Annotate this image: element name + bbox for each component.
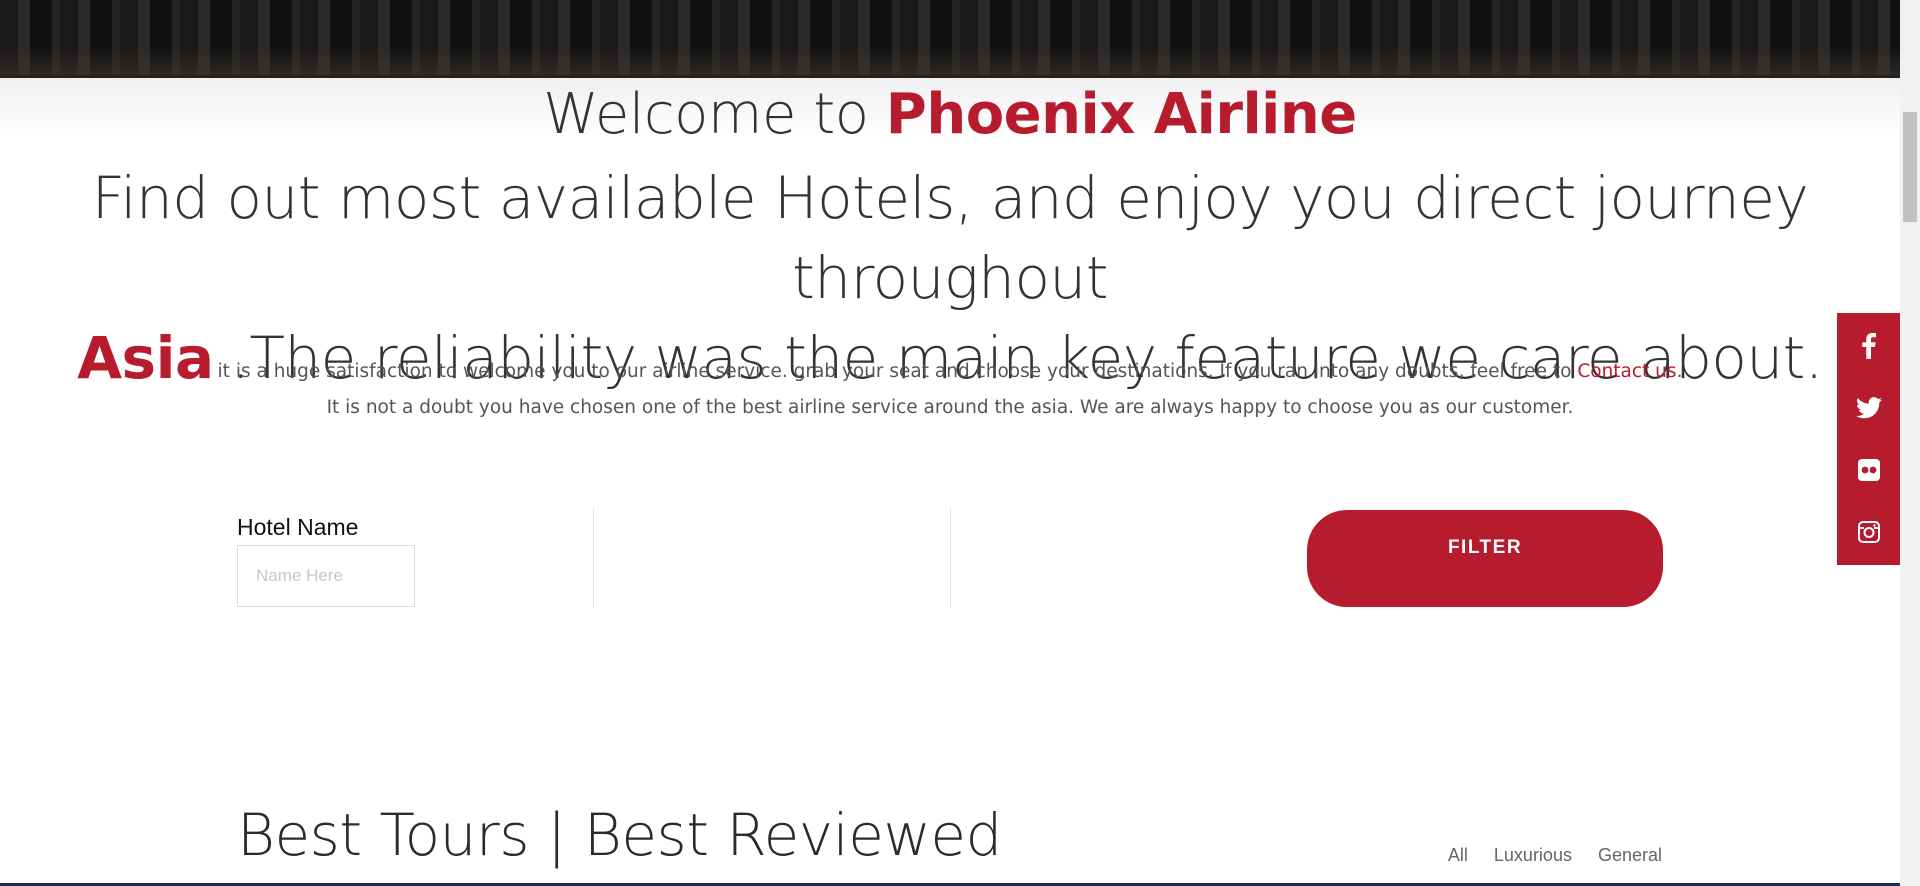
filter-divider [950,508,951,608]
social-sidebar [1837,313,1900,565]
intro-line-2: It is not a doubt you have chosen one of… [326,397,1574,418]
page-scrollbar[interactable] [1900,0,1920,886]
hotel-name-input[interactable] [237,545,415,607]
tab-general[interactable]: General [1598,845,1662,866]
twitter-icon[interactable] [1849,388,1889,428]
welcome-title: Welcome to Phoenix Airline [0,80,1900,150]
scrollbar-thumb[interactable] [1903,112,1917,222]
welcome-prefix: Welcome to [543,82,869,147]
brand-name: Phoenix Airline [885,82,1357,147]
contact-us-link[interactable]: Contact us [1577,361,1676,382]
tour-filter-tabs: All Luxurious General [1448,845,1662,866]
hotel-name-label: Hotel Name [237,514,359,540]
page: Welcome to Phoenix Airline Find out most… [0,0,1920,886]
hotel-filter-form: Hotel Name FILTER [237,508,1663,608]
tab-luxurious[interactable]: Luxurious [1494,845,1572,866]
instagram-icon[interactable] [1849,512,1889,552]
filter-divider [593,508,594,608]
intro-line-1: it is a huge satisfaction to welcome you… [0,354,1900,390]
intro-line-1-text: it is a huge satisfaction to welcome you… [217,361,1572,382]
tagline-part1: Find out most available Hotels, and enjo… [91,164,1809,312]
intro-text: it is a huge satisfaction to welcome you… [0,354,1900,426]
best-tours-title: Best Tours | Best Reviewed [237,801,1002,869]
flickr-icon[interactable] [1849,450,1889,490]
tab-all[interactable]: All [1448,845,1468,866]
welcome-headline: Welcome to Phoenix Airline Find out most… [0,80,1900,398]
facebook-icon[interactable] [1849,326,1889,366]
intro-line-1-end: . [1676,361,1683,382]
hero-image-strip [0,0,1900,78]
filter-button[interactable]: FILTER [1307,510,1663,607]
